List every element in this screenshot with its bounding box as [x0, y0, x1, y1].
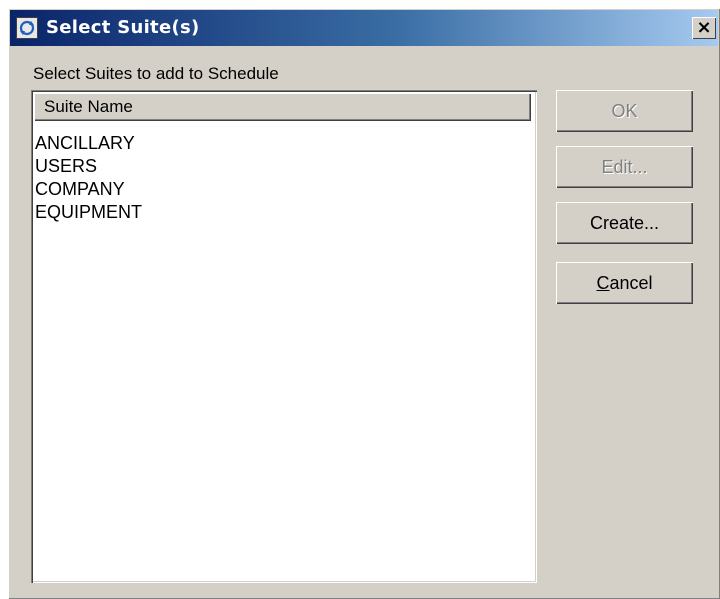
- close-button[interactable]: ×: [692, 17, 716, 39]
- list-item[interactable]: ANCILLARY: [35, 132, 142, 155]
- cancel-label-rest: ancel: [609, 273, 653, 293]
- close-icon: ×: [696, 17, 712, 38]
- suite-list-rows: ANCILLARY USERS COMPANY EQUIPMENT: [35, 132, 142, 224]
- select-suites-dialog: Select Suite(s) × Select Suites to add t…: [8, 8, 720, 599]
- ok-button[interactable]: OK: [556, 90, 693, 132]
- suite-listbox[interactable]: Suite Name ANCILLARY USERS COMPANY EQUIP…: [31, 90, 537, 583]
- app-refresh-icon: [16, 17, 38, 39]
- create-button[interactable]: Create...: [556, 202, 693, 244]
- list-item[interactable]: COMPANY: [35, 178, 142, 201]
- edit-button[interactable]: Edit...: [556, 146, 693, 188]
- title-bar[interactable]: Select Suite(s) ×: [10, 10, 718, 46]
- list-item[interactable]: EQUIPMENT: [35, 201, 142, 224]
- cancel-button[interactable]: Cancel: [556, 262, 693, 304]
- list-item[interactable]: USERS: [35, 155, 142, 178]
- instruction-label: Select Suites to add to Schedule: [33, 64, 279, 83]
- window-title: Select Suite(s): [46, 17, 200, 38]
- cancel-accelerator: C: [596, 273, 610, 293]
- column-header-suite-name[interactable]: Suite Name: [34, 93, 531, 121]
